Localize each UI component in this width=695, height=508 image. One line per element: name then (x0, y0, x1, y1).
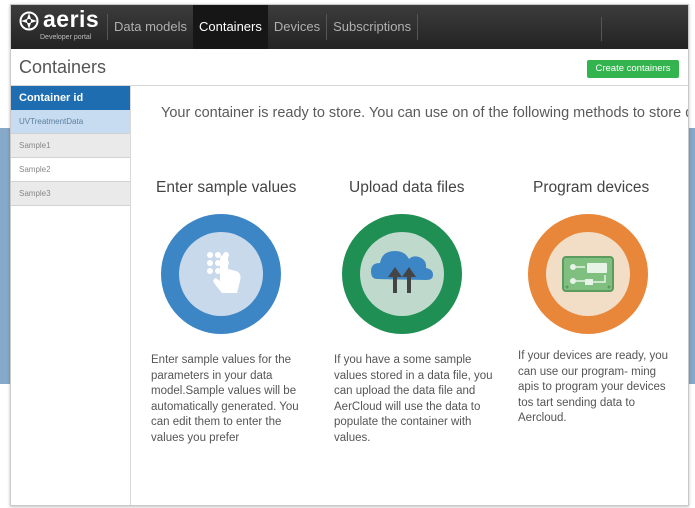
nav-divider (601, 17, 602, 41)
sidebar-item-sample2[interactable]: Sample2 (11, 158, 130, 182)
top-nav-bar: aeris Developer portal Data models Conta… (11, 5, 688, 49)
nav-subscriptions[interactable]: Subscriptions (327, 5, 417, 49)
nav-devices[interactable]: Devices (268, 5, 326, 49)
aeris-logo[interactable]: aeris Developer portal (19, 6, 111, 47)
cloud-upload-icon (342, 214, 462, 334)
background-band-left (0, 128, 10, 384)
keypad-touch-icon (161, 214, 281, 334)
main-nav: Data models Containers Devices Subscript… (107, 5, 419, 49)
program-devices-description: If your devices are ready, you can use o… (518, 350, 668, 424)
nav-data-models[interactable]: Data models (108, 5, 193, 49)
logo-text: aeris (43, 6, 100, 32)
nav-divider (417, 14, 419, 40)
sidebar-item-sample3[interactable]: Sample3 (11, 182, 130, 206)
sidebar-header: Container id (11, 86, 130, 110)
sidebar-item-uvtreatmentdata[interactable]: UVTreatmentData (11, 110, 130, 134)
upload-data-files-option[interactable] (341, 213, 463, 335)
page-title: Containers (19, 57, 107, 77)
create-containers-button[interactable]: Create containers (587, 60, 679, 78)
page-header: Containers Create containers (11, 49, 688, 86)
nav-containers[interactable]: Containers (192, 5, 268, 49)
enter-sample-values-title: Enter sample values (156, 179, 297, 196)
container-sidebar: Container id UVTreatmentData Sample1 Sam… (11, 86, 131, 505)
upload-data-files-description: If you have a some sample values stored … (334, 354, 493, 444)
enter-sample-values-option[interactable] (160, 213, 282, 335)
logo-subtitle: Developer portal (40, 34, 92, 41)
circuit-board-icon (528, 214, 648, 334)
program-devices-title: Program devices (533, 179, 650, 196)
ready-message: Your container is ready to store. You ca… (161, 105, 689, 121)
app-window: aeris Developer portal Data models Conta… (10, 4, 689, 506)
program-devices-option[interactable] (527, 213, 649, 335)
enter-sample-values-description: Enter sample values for the parameters i… (151, 354, 299, 444)
upload-data-files-title: Upload data files (349, 179, 465, 196)
sidebar-item-sample1[interactable]: Sample1 (11, 134, 130, 158)
aeris-logo-mark-icon (19, 11, 39, 31)
